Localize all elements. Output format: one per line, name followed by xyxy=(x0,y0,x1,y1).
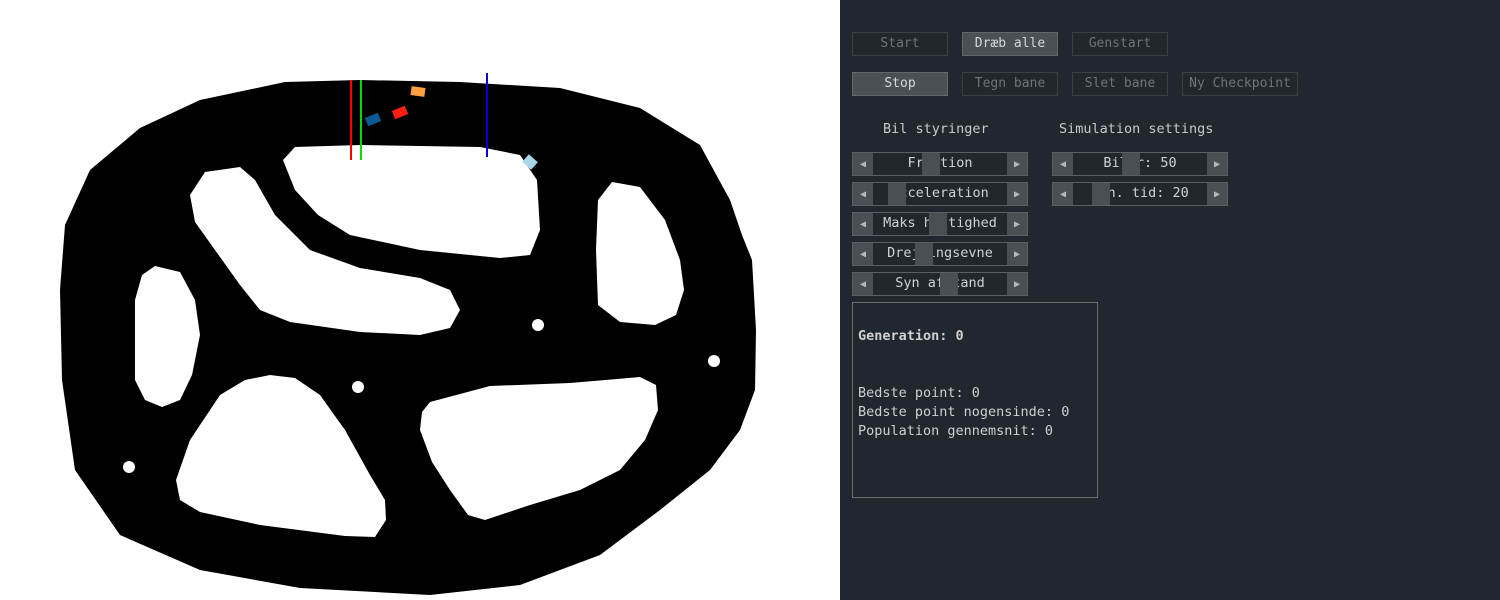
slider-track[interactable] xyxy=(873,153,1007,175)
arrow-left-icon[interactable]: ◀ xyxy=(853,213,873,235)
slider-track[interactable] xyxy=(873,243,1007,265)
arrow-right-icon[interactable]: ▶ xyxy=(1007,273,1027,295)
slider-handle[interactable] xyxy=(1092,183,1110,205)
arrow-right-icon[interactable]: ▶ xyxy=(1007,183,1027,205)
track-dot xyxy=(352,381,364,393)
track-canvas[interactable] xyxy=(0,0,840,600)
arrow-left-icon[interactable]: ◀ xyxy=(1053,183,1073,205)
slider-generation-time[interactable]: ◀ Gen. tid: 20 ▶ xyxy=(1052,182,1228,206)
arrow-left-icon[interactable]: ◀ xyxy=(853,183,873,205)
slider-acceleration[interactable]: ◀ Acceleration ▶ xyxy=(852,182,1028,206)
best-points-ever-label: Bedste point nogensinde: 0 xyxy=(858,404,1070,420)
stats-panel: Generation: 0 Bedste point: 0 Bedste poi… xyxy=(852,302,1098,498)
slider-handle[interactable] xyxy=(888,183,906,205)
arrow-right-icon[interactable]: ▶ xyxy=(1007,213,1027,235)
arrow-left-icon[interactable]: ◀ xyxy=(1053,153,1073,175)
slider-track[interactable] xyxy=(873,273,1007,295)
draw-track-button[interactable]: Tegn bane xyxy=(962,72,1058,96)
arrow-left-icon[interactable]: ◀ xyxy=(853,243,873,265)
simulation-settings-title: Simulation settings xyxy=(1059,121,1214,137)
best-points-label: Bedste point: 0 xyxy=(858,385,980,401)
arrow-right-icon[interactable]: ▶ xyxy=(1007,153,1027,175)
slider-turning[interactable]: ◀ Drejningsevne ▶ xyxy=(852,242,1028,266)
car-controls-title: Bil styringer xyxy=(883,121,989,137)
arrow-right-icon[interactable]: ▶ xyxy=(1207,153,1227,175)
clear-track-button[interactable]: Slet bane xyxy=(1072,72,1168,96)
slider-handle[interactable] xyxy=(922,153,940,175)
generation-label: Generation: 0 xyxy=(858,328,964,344)
population-average-label: Population gennemsnit: 0 xyxy=(858,423,1054,439)
stop-button[interactable]: Stop xyxy=(852,72,948,96)
slider-view-distance[interactable]: ◀ Syn afstand ▶ xyxy=(852,272,1028,296)
slider-handle[interactable] xyxy=(1122,153,1140,175)
slider-track[interactable] xyxy=(1073,153,1207,175)
arrow-right-icon[interactable]: ▶ xyxy=(1007,243,1027,265)
arrow-left-icon[interactable]: ◀ xyxy=(853,153,873,175)
slider-handle[interactable] xyxy=(929,213,947,235)
start-button[interactable]: Start xyxy=(852,32,948,56)
slider-track[interactable] xyxy=(873,213,1007,235)
restart-button[interactable]: Genstart xyxy=(1072,32,1168,56)
kill-all-button[interactable]: Dræb alle xyxy=(962,32,1058,56)
slider-track[interactable] xyxy=(873,183,1007,205)
track-dot xyxy=(532,319,544,331)
track-dot xyxy=(708,355,720,367)
arrow-left-icon[interactable]: ◀ xyxy=(853,273,873,295)
new-checkpoint-button[interactable]: Ny Checkpoint xyxy=(1182,72,1298,96)
track-dot xyxy=(123,461,135,473)
slider-handle[interactable] xyxy=(940,273,958,295)
track-drawing[interactable] xyxy=(0,0,840,600)
slider-track[interactable] xyxy=(1073,183,1207,205)
slider-friction[interactable]: ◀ Friction ▶ xyxy=(852,152,1028,176)
arrow-right-icon[interactable]: ▶ xyxy=(1207,183,1227,205)
slider-cars[interactable]: ◀ Biler: 50 ▶ xyxy=(1052,152,1228,176)
slider-max-speed[interactable]: ◀ Maks hastighed ▶ xyxy=(852,212,1028,236)
slider-handle[interactable] xyxy=(915,243,933,265)
